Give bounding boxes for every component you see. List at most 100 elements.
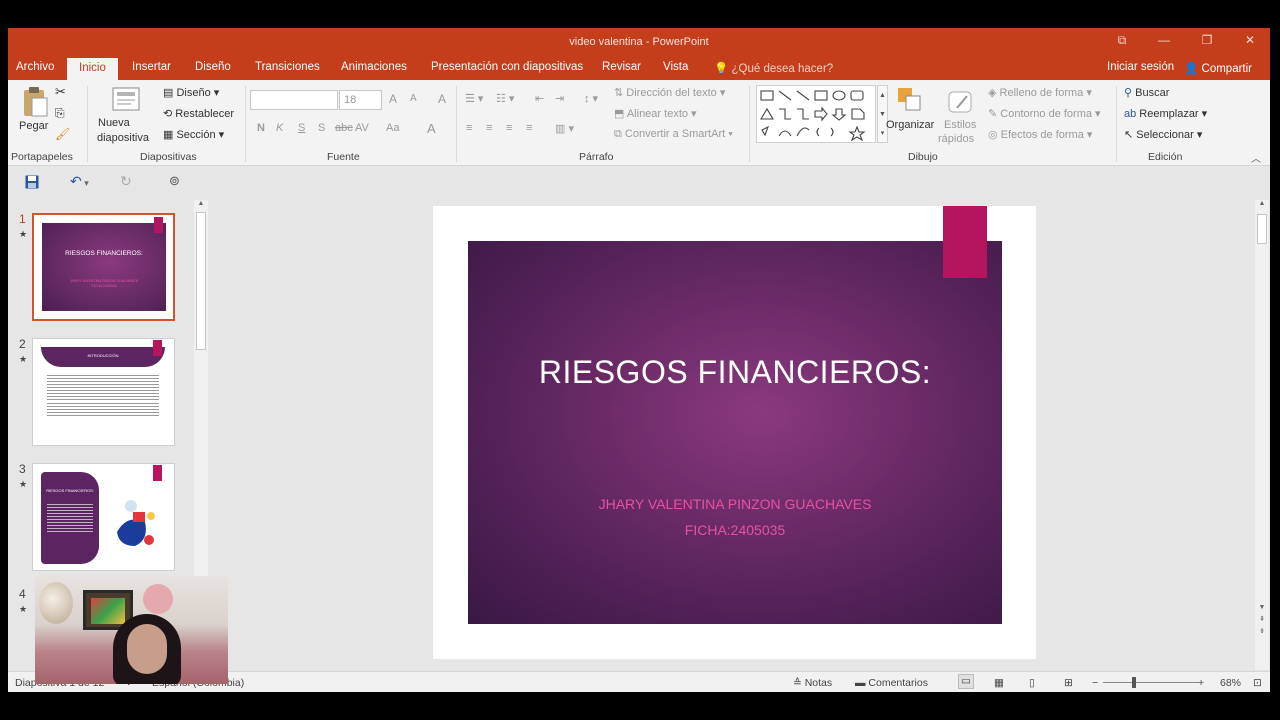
replace-button[interactable]: ab Reemplazar ▾ (1124, 107, 1207, 120)
select-button[interactable]: ↖ Seleccionar ▾ (1124, 128, 1202, 141)
quick-access-toolbar: ↶ ▾ ↻ ⊚ (8, 167, 1270, 197)
arrange-icon[interactable] (896, 86, 924, 116)
zoom-level[interactable]: 68% (1220, 677, 1241, 689)
start-presentation-icon[interactable]: ⊚ (169, 173, 180, 189)
redo-icon[interactable]: ↻ (120, 173, 132, 190)
group-label-font: Fuente (327, 151, 360, 163)
scroll-up-icon[interactable]: ▲ (194, 200, 208, 207)
reset-button[interactable]: ⟲ Restablecer (163, 107, 234, 120)
tell-me-box[interactable]: 💡 ¿Qué desea hacer? (714, 61, 833, 75)
slide-title[interactable]: RIESGOS FINANCIEROS: (468, 354, 1002, 391)
normal-view-icon[interactable]: ▭ (958, 674, 974, 689)
scroll-up-icon[interactable]: ▲ (1255, 200, 1269, 207)
fit-slide-icon[interactable]: ⊡ (1253, 677, 1262, 689)
italic-button[interactable]: K (276, 122, 283, 134)
bullets-icon[interactable]: ☰ ▾ (465, 92, 483, 105)
line-spacing-icon[interactable]: ↕ ▾ (584, 92, 598, 105)
bold-button[interactable]: N (257, 122, 265, 134)
shape-effects-button[interactable]: ◎ Efectos de forma ▾ (988, 128, 1092, 141)
restore-button[interactable]: ❐ (1198, 33, 1216, 49)
shapes-gallery-scroll[interactable]: ▲ ▼ ▾ (877, 85, 888, 143)
char-spacing-button[interactable]: AV (355, 122, 369, 134)
arrange-label[interactable]: Organizar (886, 119, 934, 131)
tab-vista[interactable]: Vista (663, 61, 688, 73)
decrease-indent-icon[interactable]: ⇤ (535, 92, 544, 105)
slide-thumbnail-3[interactable]: RIESGOS FINANCIEROS: (32, 463, 175, 571)
new-slide-label-2[interactable]: diapositiva (97, 132, 149, 144)
zoom-out-icon[interactable]: − (1092, 677, 1098, 689)
tab-animaciones[interactable]: Animaciones (341, 61, 407, 73)
align-left-icon[interactable]: ≡ (466, 122, 472, 134)
tab-transiciones[interactable]: Transiciones (255, 61, 320, 73)
slide-thumbnail-1[interactable]: RIESGOS FINANCIEROS: JHARY VALENTINA PIN… (32, 213, 175, 321)
slide-scrollbar[interactable]: ▲ ▼ ⇞ ⇟ (1255, 200, 1269, 670)
slide-bookmark-shape[interactable] (943, 206, 987, 278)
slide-ficha[interactable]: FICHA:2405035 (468, 522, 1002, 538)
undo-icon[interactable]: ↶ ▾ (70, 173, 89, 190)
columns-icon[interactable]: ▥ ▾ (555, 122, 574, 135)
change-case-button[interactable]: Aa (386, 122, 399, 134)
format-painter-icon[interactable]: 🖌 (55, 127, 70, 141)
scroll-thumb[interactable] (1257, 214, 1267, 244)
slideshow-icon[interactable]: ⊞ (1064, 677, 1073, 689)
tab-archivo[interactable]: Archivo (16, 61, 54, 73)
close-button[interactable]: ✕ (1241, 33, 1259, 49)
reading-view-icon[interactable]: ▯ (1029, 677, 1035, 689)
collapse-ribbon-icon[interactable]: ︿ (1251, 150, 1261, 165)
zoom-slider-thumb[interactable] (1132, 677, 1136, 688)
paste-icon[interactable] (21, 86, 49, 118)
quick-styles-icon[interactable] (947, 88, 975, 116)
new-slide-icon[interactable] (112, 86, 142, 112)
tab-revisar[interactable]: Revisar (602, 61, 641, 73)
text-direction-button[interactable]: ⇅ Dirección del texto ▾ (614, 86, 725, 99)
shape-outline-button[interactable]: ✎ Contorno de forma ▾ (988, 107, 1101, 120)
numbering-icon[interactable]: ☷ ▾ (496, 92, 514, 105)
grow-font-icon[interactable]: A (389, 92, 397, 106)
tab-diseno[interactable]: Diseño (195, 61, 231, 73)
smartart-button[interactable]: ⧉ Convertir a SmartArt ▾ (614, 128, 733, 141)
comments-button[interactable]: ▬ Comentarios (855, 677, 928, 689)
font-name-box[interactable] (250, 90, 338, 110)
notes-button[interactable]: ≙ Notas (793, 677, 832, 689)
share-button[interactable]: 👤 Compartir (1184, 61, 1252, 75)
strikethrough-button[interactable]: abc (335, 122, 353, 134)
quick-styles-label-2[interactable]: rápidos (938, 133, 974, 145)
font-size-box[interactable]: 18 (339, 90, 382, 110)
sign-in-button[interactable]: Iniciar sesión (1107, 61, 1174, 73)
scroll-thumb[interactable] (196, 212, 206, 350)
shadow-button[interactable]: S (318, 122, 325, 134)
find-button[interactable]: ⚲ Buscar (1124, 86, 1169, 99)
zoom-slider[interactable] (1103, 677, 1199, 688)
person-icon: 👤 (1184, 63, 1199, 75)
tab-presentacion[interactable]: Presentación con diapositivas (431, 61, 583, 73)
slide-author[interactable]: JHARY VALENTINA PINZON GUACHAVES (468, 496, 1002, 512)
tab-inicio[interactable]: Inicio (67, 58, 118, 80)
clear-format-icon[interactable]: A (438, 92, 446, 106)
minimize-button[interactable]: — (1155, 33, 1173, 49)
tab-insertar[interactable]: Insertar (132, 61, 171, 73)
align-center-icon[interactable]: ≡ (486, 122, 492, 134)
shape-fill-button[interactable]: ◈ Relleno de forma ▾ (988, 86, 1092, 99)
section-button[interactable]: ▦ Sección ▾ (163, 128, 224, 141)
shapes-gallery[interactable] (756, 85, 876, 143)
scroll-nav-icons[interactable]: ▼ ⇞ ⇟ (1255, 602, 1269, 638)
slide-canvas[interactable]: RIESGOS FINANCIEROS: JHARY VALENTINA PIN… (433, 206, 1036, 659)
ribbon-display-options-icon[interactable]: ⧉ (1113, 33, 1131, 49)
quick-styles-label-1[interactable]: Estilos (944, 119, 976, 131)
align-text-button[interactable]: ⬒ Alinear texto ▾ (614, 107, 697, 120)
font-color-button[interactable]: A (427, 121, 436, 136)
save-icon[interactable] (25, 175, 39, 194)
new-slide-label-1[interactable]: Nueva (98, 117, 130, 129)
copy-icon[interactable]: ⎘ (55, 106, 65, 121)
increase-indent-icon[interactable]: ⇥ (555, 92, 564, 105)
underline-button[interactable]: S (298, 122, 305, 134)
layout-button[interactable]: ▤ Diseño ▾ (163, 86, 219, 99)
cut-icon[interactable]: ✂ (55, 84, 66, 100)
slide-sorter-icon[interactable]: ▦ (994, 677, 1004, 689)
align-right-icon[interactable]: ≡ (506, 122, 512, 134)
slide-thumbnail-2[interactable]: INTRODUCCIÓN (32, 338, 175, 446)
zoom-in-icon[interactable]: + (1198, 677, 1204, 689)
justify-icon[interactable]: ≡ (526, 122, 532, 134)
paste-label[interactable]: Pegar (19, 120, 48, 132)
shrink-font-icon[interactable]: A (410, 93, 417, 104)
